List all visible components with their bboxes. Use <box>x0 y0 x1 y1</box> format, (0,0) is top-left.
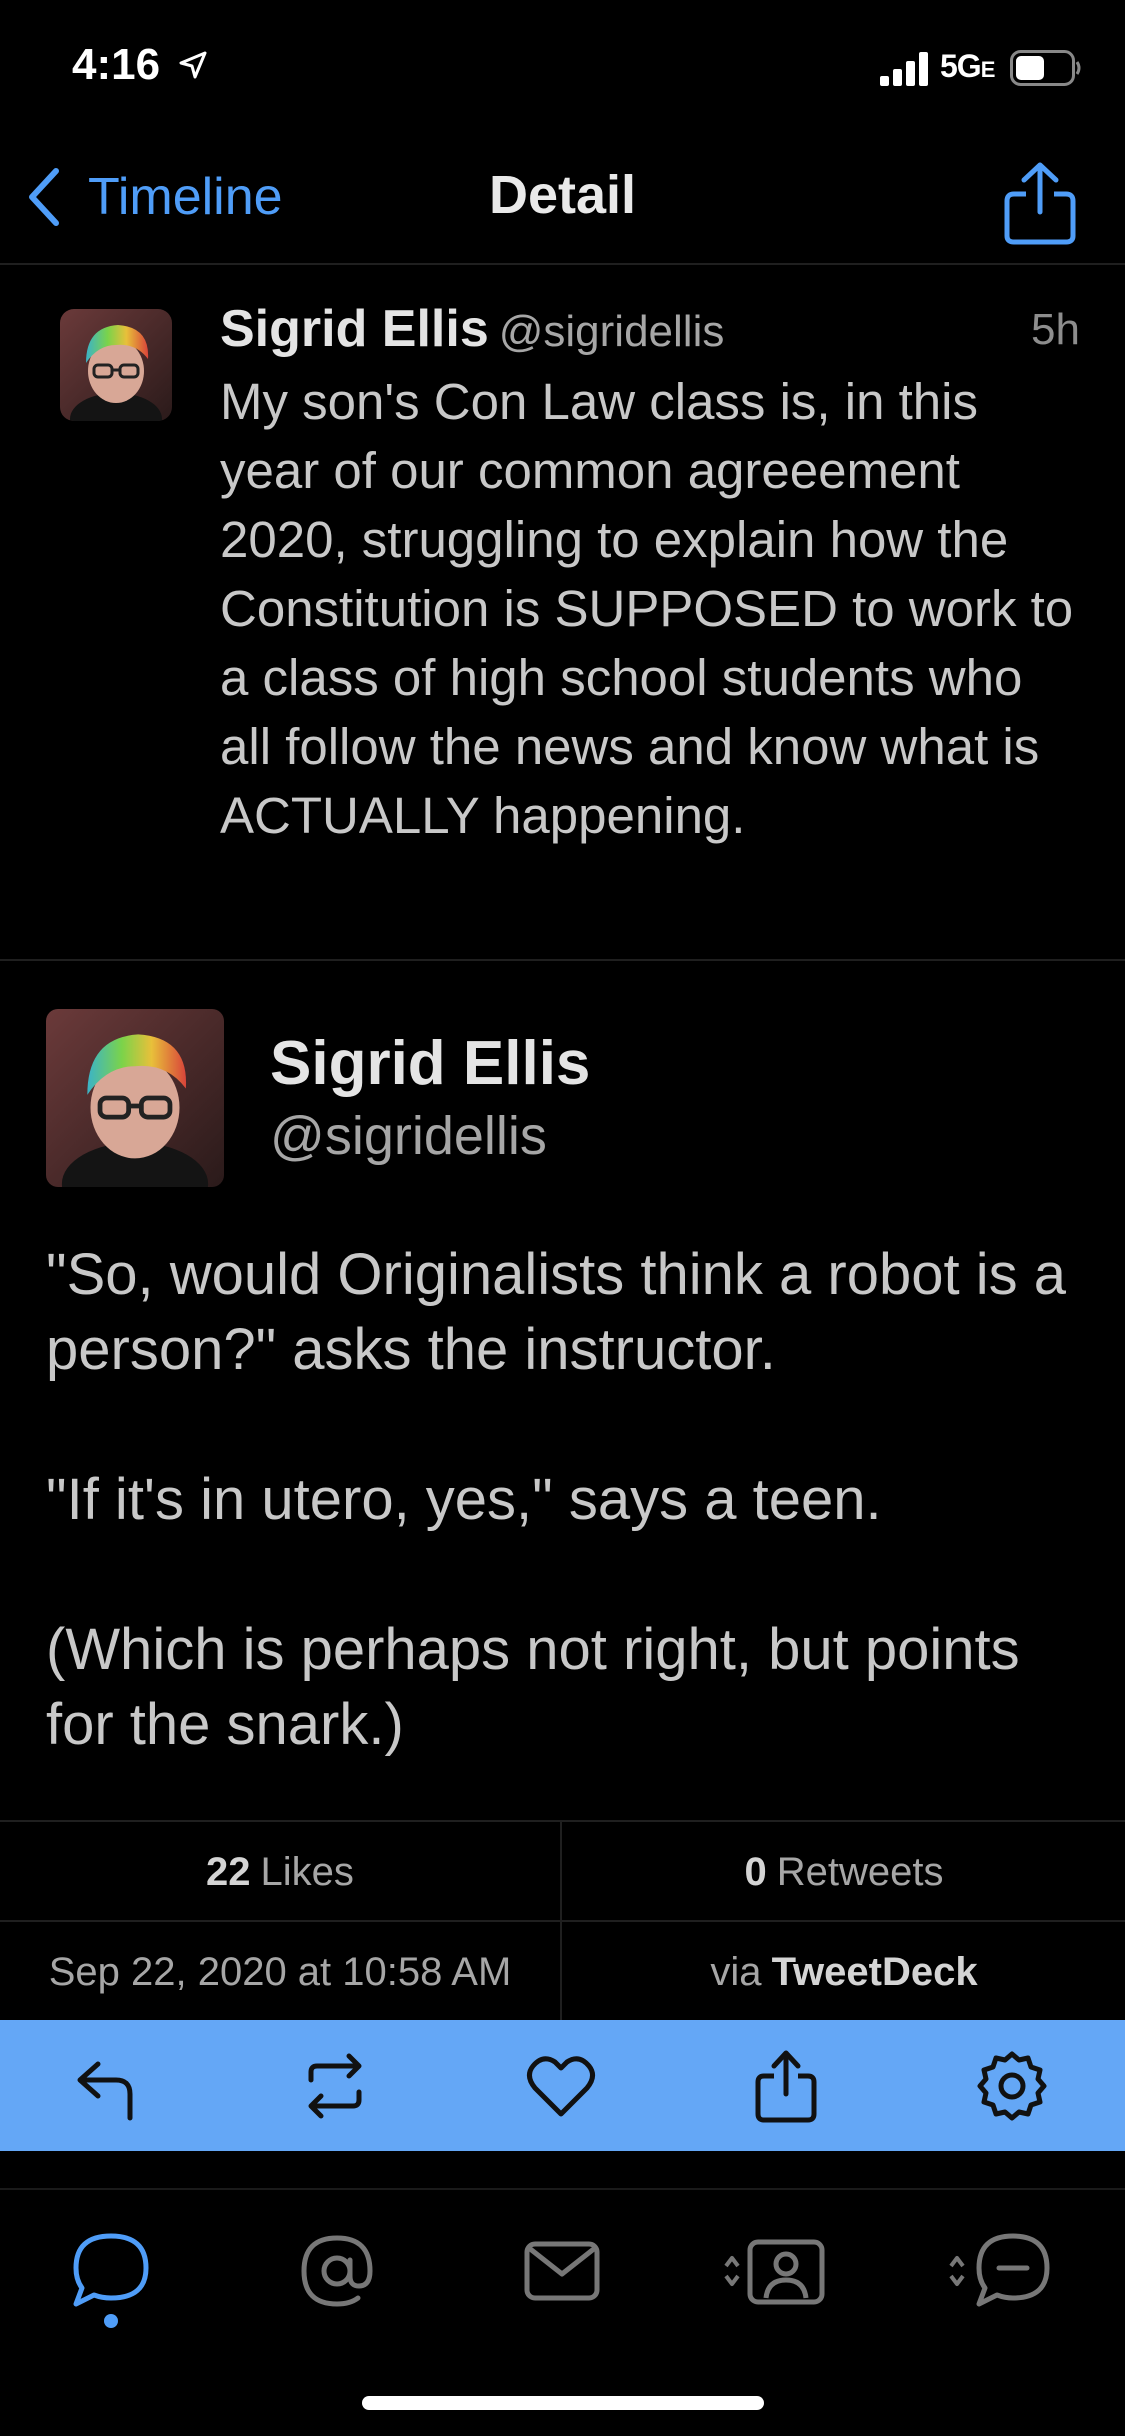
author-handle: @sigridellis <box>498 307 725 356</box>
profile-icon[interactable] <box>720 2226 830 2316</box>
timeline-bubble-icon[interactable] <box>66 2226 156 2316</box>
location-arrow-icon <box>179 51 207 79</box>
home-indicator <box>362 2396 764 2410</box>
share-icon[interactable] <box>748 2048 824 2124</box>
tweet-timestamp: 5h <box>1031 305 1080 354</box>
settings-icon[interactable] <box>974 2048 1050 2124</box>
navigation-bar: Timeline Detail <box>0 140 1125 265</box>
status-bar: 4:16 5GE <box>0 0 1125 140</box>
tweet-stats: 22 Likes 0 Retweets Sep 22, 2020 at 10:58 … <box>0 1820 1125 2022</box>
author-handle[interactable]: @sigridellis <box>270 1105 547 1167</box>
cellular-signal-icon <box>880 52 928 86</box>
avatar-image <box>60 309 172 421</box>
parent-tweet-header: Sigrid Ellis @sigridellis 5h <box>220 299 1080 361</box>
network-type: 5GE <box>940 48 995 84</box>
likes-label: Likes <box>260 1849 354 1894</box>
lists-chat-icon[interactable] <box>945 2226 1055 2316</box>
share-icon[interactable] <box>1002 160 1078 246</box>
retweets-label: Retweets <box>776 1849 944 1894</box>
main-tweet: Sigrid Ellis @sigridellis "So, would Ori… <box>0 962 1125 1820</box>
likes-stat[interactable]: 22 Likes <box>0 1822 562 1922</box>
retweets-stat[interactable]: 0 Retweets <box>563 1822 1125 1922</box>
page-title: Detail <box>488 165 637 225</box>
tweet-date: Sep 22, 2020 at 10:58 AM <box>0 1922 562 2022</box>
tweet-action-bar <box>0 2020 1125 2151</box>
avatar[interactable] <box>60 309 172 421</box>
retweets-count: 0 <box>744 1849 767 1894</box>
battery-icon <box>1010 50 1081 86</box>
status-time: 4:16 <box>72 40 161 89</box>
tweet-paragraph: (Which is perhaps not right, but points … <box>46 1617 1020 1757</box>
source-app[interactable]: TweetDeck <box>772 1950 978 1995</box>
avatar-image <box>46 1009 224 1187</box>
author-name[interactable]: Sigrid Ellis <box>270 1028 590 1099</box>
mentions-at-icon[interactable] <box>292 2226 382 2316</box>
tweet-paragraph: "So, would Originalists think a robot is… <box>46 1242 1066 1382</box>
likes-count: 22 <box>206 1849 251 1894</box>
tweet-paragraph: "If it's in utero, yes," says a teen. <box>46 1467 882 1532</box>
active-tab-indicator <box>104 2314 118 2328</box>
messages-envelope-icon[interactable] <box>517 2226 607 2316</box>
reply-icon[interactable] <box>70 2048 146 2124</box>
author-name: Sigrid Ellis <box>220 300 489 358</box>
tweet-source: via TweetDeck <box>563 1922 1125 2022</box>
retweet-icon[interactable] <box>297 2048 373 2124</box>
heart-icon[interactable] <box>523 2048 599 2124</box>
main-tweet-text: "So, would Originalists think a robot is… <box>46 1237 1096 1762</box>
tab-bar <box>0 2188 1125 2328</box>
parent-tweet-text: My son's Con Law class is, in this year … <box>220 373 1074 844</box>
parent-tweet[interactable]: Sigrid Ellis @sigridellis 5h My son's Con… <box>0 267 1125 961</box>
via-label: via <box>710 1949 762 1994</box>
avatar[interactable] <box>46 1009 224 1187</box>
